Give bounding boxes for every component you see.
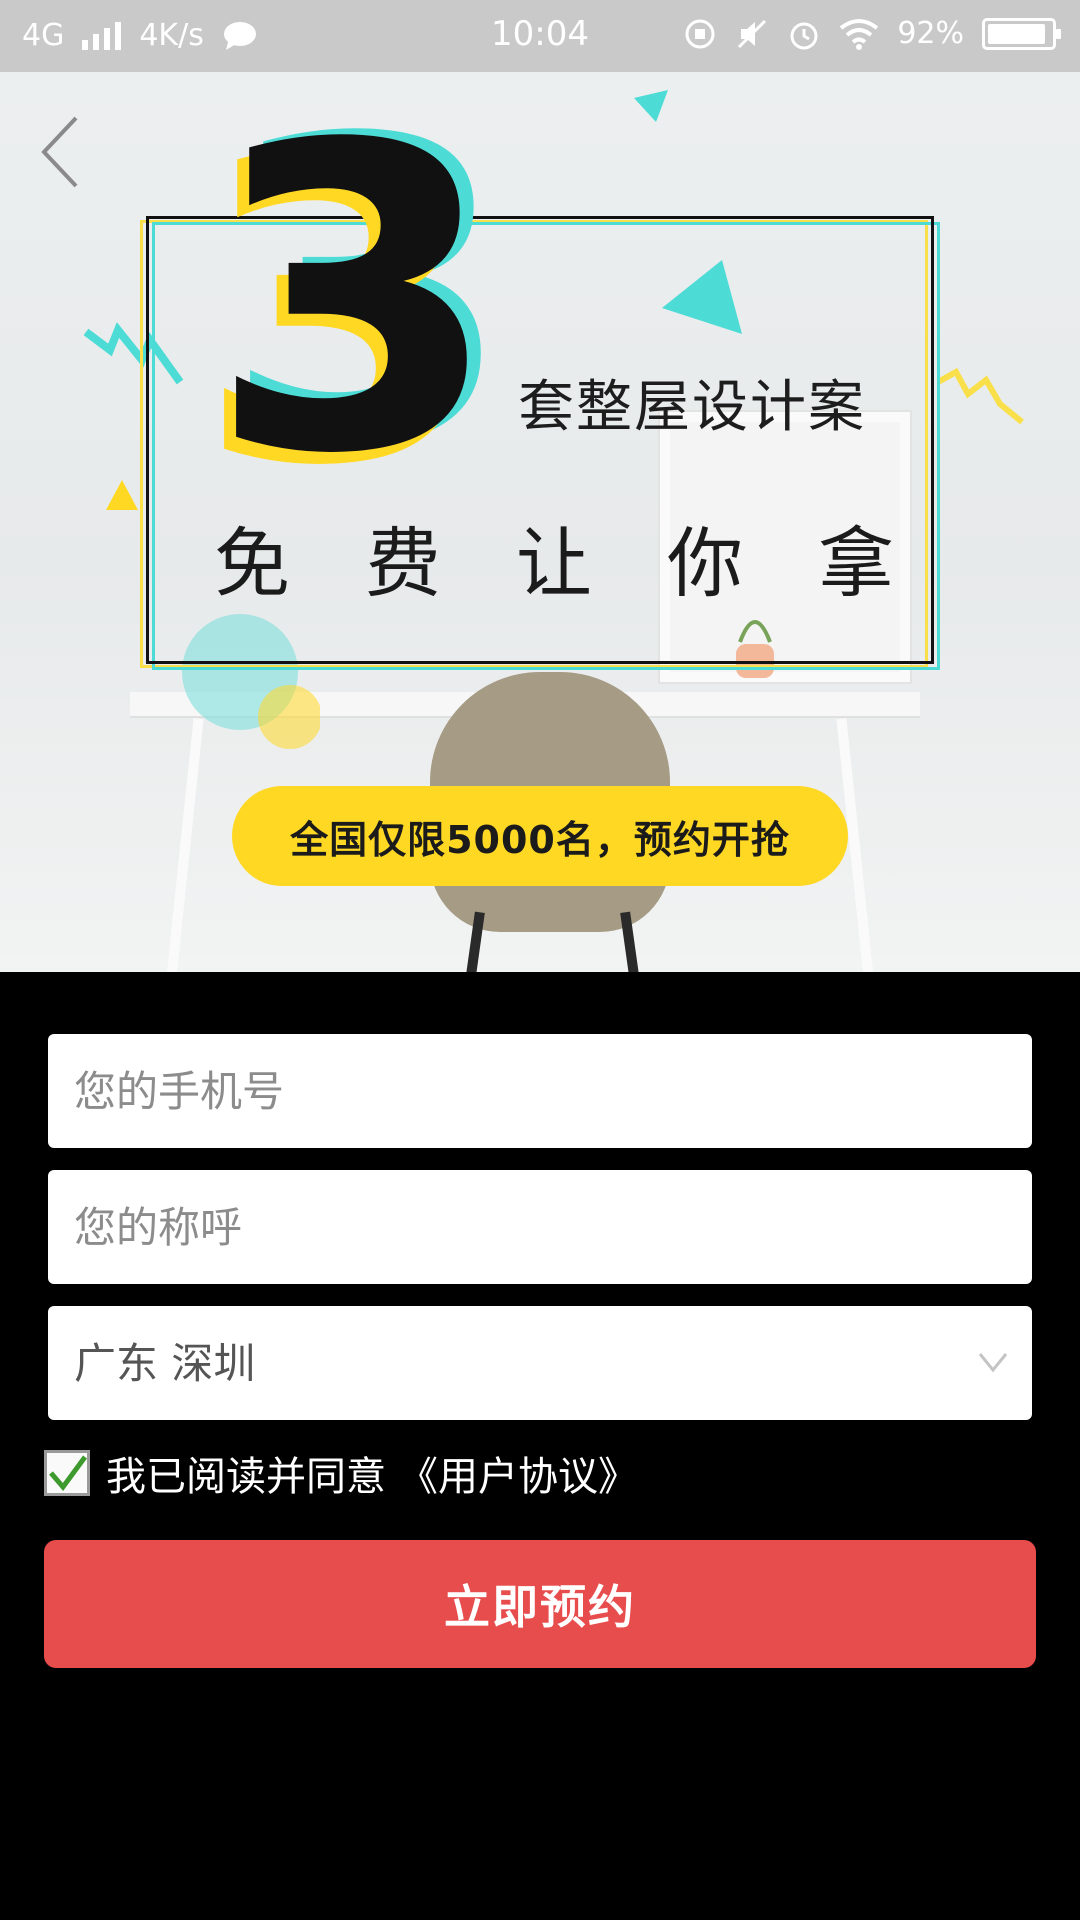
- user-agreement-link[interactable]: 《用户协议》: [398, 1444, 638, 1502]
- hero-title-char: 让: [516, 519, 592, 608]
- deco-triangle: [634, 90, 668, 122]
- promo-badge: 全国仅限5000名，预约开抢: [232, 786, 848, 886]
- hero-title-char: 拿: [818, 519, 894, 608]
- battery-icon: [982, 17, 1061, 50]
- alarm-icon: [790, 22, 818, 49]
- back-arrow-icon: [41, 116, 78, 188]
- region-value: 广东 深圳: [74, 1339, 256, 1388]
- agree-label: 我已阅读并同意: [106, 1454, 386, 1500]
- status-right: 92%: [683, 16, 1061, 51]
- deco-zigzag: [936, 367, 1024, 425]
- phone-field[interactable]: [48, 1034, 1032, 1148]
- name-field[interactable]: [48, 1170, 1032, 1284]
- status-bar: 4G 4K/s 10:04 92%: [0, 0, 1080, 72]
- agree-checkbox[interactable]: [44, 1450, 90, 1496]
- check-icon: [49, 1455, 87, 1492]
- agreement-row: 我已阅读并同意 《用户协议》: [44, 1444, 638, 1502]
- hero-title-char: 你: [667, 519, 743, 608]
- book-now-button[interactable]: 立即预约: [44, 1540, 1036, 1668]
- name-input[interactable]: [74, 1170, 974, 1284]
- rotation-lock-icon: [685, 19, 715, 48]
- hero-banner: 3 3 3 套整屋设计案 免 费 让 你 拿 全国仅限5000名，预约开抢: [0, 72, 1080, 972]
- deco-triangle: [106, 480, 138, 510]
- back-button[interactable]: [36, 112, 86, 192]
- hero-title-char: 费: [365, 519, 441, 608]
- hero-subtitle: 套整屋设计案: [518, 375, 866, 440]
- big-number-text: 3: [208, 102, 500, 482]
- battery-fill: [988, 23, 1046, 44]
- hero-title: 免 费 让 你 拿: [214, 502, 894, 612]
- phone-input[interactable]: [74, 1034, 974, 1148]
- big-number: 3 3 3: [196, 102, 514, 482]
- region-select[interactable]: 广东 深圳: [48, 1306, 1032, 1420]
- hero-title-char: 免: [214, 519, 290, 608]
- desk-leg: [166, 718, 204, 972]
- wifi-icon: [840, 18, 879, 50]
- battery-percent: 92%: [897, 16, 964, 51]
- chevron-down-icon: [978, 1353, 1008, 1373]
- mute-icon: [738, 19, 767, 48]
